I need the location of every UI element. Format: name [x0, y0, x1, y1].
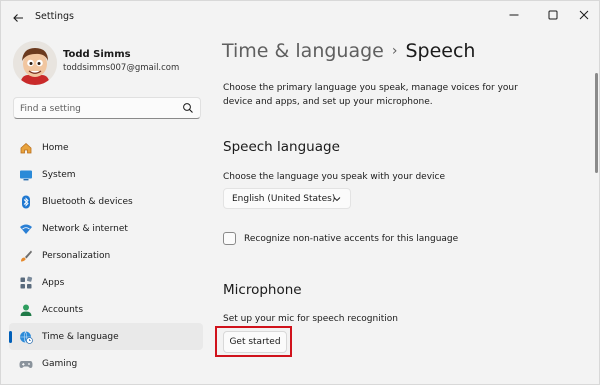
sidebar-item-label: Bluetooth & devices — [42, 196, 133, 207]
dropdown-selected-value: English (United States) — [232, 193, 336, 204]
speech-language-heading: Speech language — [223, 139, 340, 155]
sidebar-item-label: Personalization — [42, 250, 111, 261]
sidebar-item-label: Accounts — [42, 304, 84, 315]
microphone-label: Set up your mic for speech recognition — [223, 314, 398, 324]
wifi-icon — [19, 222, 33, 236]
sidebar-item-time-language[interactable]: Time & language — [9, 323, 203, 350]
accents-checkbox[interactable] — [223, 232, 236, 245]
globe-clock-icon — [19, 330, 33, 344]
accents-checkbox-label: Recognize non-native accents for this la… — [244, 233, 459, 244]
title-bar: Settings — [1, 1, 600, 33]
back-arrow-icon — [13, 14, 23, 22]
home-icon — [19, 141, 33, 155]
system-icon — [19, 168, 33, 182]
brush-icon — [19, 249, 33, 263]
sidebar-item-label: Network & internet — [42, 223, 128, 234]
search-box[interactable] — [13, 97, 201, 119]
sidebar-item-label: Gaming — [42, 358, 78, 369]
maximize-button[interactable] — [539, 4, 567, 26]
sidebar-item-label: System — [42, 169, 76, 180]
sidebar-nav: Home System Bluetooth & devices Network … — [9, 134, 203, 377]
maximize-icon — [548, 10, 558, 20]
person-icon — [19, 303, 33, 317]
breadcrumb: Time & language › Speech — [222, 40, 475, 62]
scrollbar-thumb[interactable] — [595, 73, 598, 173]
breadcrumb-separator: › — [391, 43, 398, 59]
sidebar-item-network[interactable]: Network & internet — [9, 215, 203, 242]
sidebar-item-system[interactable]: System — [9, 161, 203, 188]
search-input[interactable] — [20, 101, 180, 116]
breadcrumb-parent[interactable]: Time & language — [222, 40, 384, 62]
speech-language-dropdown[interactable]: English (United States) — [223, 188, 351, 209]
microphone-heading: Microphone — [223, 282, 302, 298]
close-icon — [579, 10, 589, 20]
minimize-button[interactable] — [500, 4, 528, 26]
sidebar-item-accounts[interactable]: Accounts — [9, 296, 203, 323]
chevron-down-icon — [333, 197, 341, 202]
user-name: Todd Simms — [63, 49, 131, 60]
page-title: Speech — [405, 40, 476, 62]
bluetooth-icon — [19, 195, 33, 209]
sidebar-item-gaming[interactable]: Gaming — [9, 350, 203, 377]
sidebar-item-label: Apps — [42, 277, 65, 288]
search-icon[interactable] — [182, 102, 194, 114]
avatar[interactable] — [13, 41, 57, 85]
user-email: toddsimms007@gmail.com — [63, 63, 180, 73]
minimize-icon — [509, 14, 519, 16]
settings-window: Settings Todd Simms toddsimms007@gmail.c… — [0, 0, 600, 385]
get-started-button[interactable]: Get started — [223, 331, 287, 353]
sidebar-item-bluetooth[interactable]: Bluetooth & devices — [9, 188, 203, 215]
sidebar-item-label: Time & language — [42, 331, 119, 342]
accents-checkbox-row[interactable]: Recognize non-native accents for this la… — [223, 232, 458, 245]
sidebar-item-home[interactable]: Home — [9, 134, 203, 161]
sidebar-item-label: Home — [42, 142, 69, 153]
close-button[interactable] — [570, 4, 598, 26]
sidebar-item-personalization[interactable]: Personalization — [9, 242, 203, 269]
page-description: Choose the primary language you speak, m… — [223, 83, 518, 107]
avatar-face-icon — [13, 41, 57, 85]
gamepad-icon — [19, 357, 33, 371]
back-button[interactable] — [9, 9, 27, 27]
apps-icon — [19, 276, 33, 290]
app-title: Settings — [35, 11, 74, 22]
sidebar-item-apps[interactable]: Apps — [9, 269, 203, 296]
speech-language-label: Choose the language you speak with your … — [223, 172, 446, 182]
